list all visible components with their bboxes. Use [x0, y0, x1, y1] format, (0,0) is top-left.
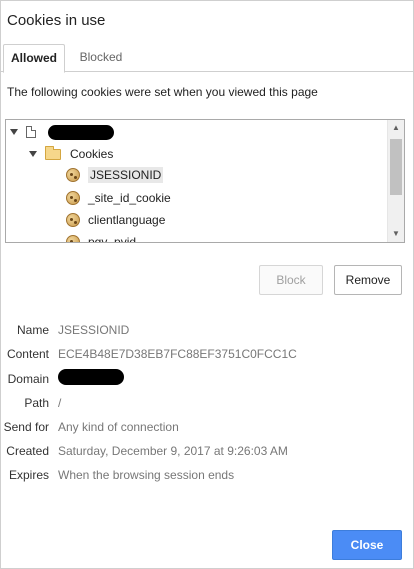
expand-triangle-icon[interactable]: [10, 129, 18, 135]
page-icon: [26, 126, 36, 138]
name-label: Name: [16, 323, 49, 337]
remove-button[interactable]: Remove: [334, 265, 402, 295]
domain-label: Domain: [7, 372, 49, 386]
cookie-item-pgv-pvid[interactable]: pgv_pvid: [66, 232, 137, 243]
cookie-tree[interactable]: Cookies JSESSIONID _site_id_cookie clien…: [5, 119, 405, 243]
tree-root-row[interactable]: [10, 122, 114, 142]
tab-blocked[interactable]: Blocked: [67, 44, 135, 72]
cookie-icon: [66, 191, 80, 205]
expires-label: Expires: [8, 468, 49, 482]
cookie-label: clientlanguage: [88, 213, 166, 227]
cookie-label: _site_id_cookie: [88, 191, 171, 205]
tab-bar: Allowed Blocked: [1, 44, 414, 73]
scroll-thumb[interactable]: [390, 139, 402, 195]
cookie-icon: [66, 213, 80, 227]
cookies-dialog: Cookies in use Allowed Blocked The follo…: [0, 0, 414, 569]
tab-allowed[interactable]: Allowed: [3, 44, 65, 73]
path-value: /: [58, 396, 62, 410]
cookie-label: pgv_pvid: [88, 235, 137, 243]
folder-label: Cookies: [70, 147, 114, 161]
scroll-up-icon[interactable]: ▲: [388, 120, 404, 136]
cookie-label: JSESSIONID: [88, 167, 164, 183]
created-label: Created: [6, 444, 49, 458]
block-button[interactable]: Block: [259, 265, 323, 295]
cookie-icon: [66, 168, 80, 182]
cookie-item-site-id[interactable]: _site_id_cookie: [66, 188, 171, 208]
content-label: Content: [6, 347, 49, 361]
path-label: Path: [24, 396, 49, 410]
redacted-site-name: [48, 124, 114, 140]
close-button[interactable]: Close: [332, 530, 402, 560]
tree-folder-row[interactable]: Cookies: [29, 144, 113, 164]
cookies-description: The following cookies were set when you …: [7, 85, 318, 99]
tree-scrollbar[interactable]: ▲ ▼: [387, 120, 404, 242]
scroll-down-icon[interactable]: ▼: [388, 226, 404, 242]
cookie-item-clientlanguage[interactable]: clientlanguage: [66, 210, 165, 230]
expires-value: When the browsing session ends: [58, 468, 235, 482]
sendfor-label: Send for: [3, 420, 49, 434]
cookie-item-jsessionid[interactable]: JSESSIONID: [66, 165, 164, 185]
sendfor-value: Any kind of connection: [58, 420, 179, 434]
content-value: ECE4B48E7D38EB7FC88EF3751C0FCC1C: [58, 347, 297, 361]
dialog-title: Cookies in use: [7, 12, 106, 29]
expand-triangle-icon[interactable]: [29, 151, 37, 157]
name-value: JSESSIONID: [58, 323, 130, 337]
created-value: Saturday, December 9, 2017 at 9:26:03 AM: [58, 444, 288, 458]
redacted-domain-value: [58, 369, 124, 385]
folder-icon: [45, 145, 61, 160]
cookie-icon: [66, 235, 80, 242]
